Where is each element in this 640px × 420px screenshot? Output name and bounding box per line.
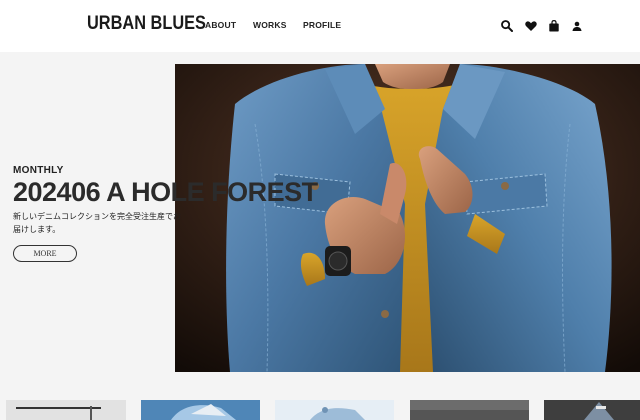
search-icon[interactable] bbox=[500, 19, 514, 33]
nav-about[interactable]: ABOUT bbox=[205, 20, 236, 30]
site-header: URBAN BLUES ABOUT WORKS PROFILE bbox=[0, 0, 640, 52]
hero-image[interactable] bbox=[175, 64, 640, 372]
thumbnail-3[interactable] bbox=[275, 400, 394, 420]
heart-icon[interactable] bbox=[524, 19, 538, 33]
hero-eyebrow: MONTHLY bbox=[13, 165, 64, 176]
thumbnail-4[interactable] bbox=[410, 400, 529, 420]
header-icons bbox=[500, 19, 584, 33]
user-icon[interactable] bbox=[570, 19, 584, 33]
thumbnail-5[interactable] bbox=[544, 400, 640, 420]
nav-profile[interactable]: PROFILE bbox=[303, 20, 341, 30]
hero-title: 202406 A HOLE FOREST bbox=[13, 177, 318, 207]
site-logo[interactable]: URBAN BLUES bbox=[87, 13, 206, 35]
thumbnail-2[interactable] bbox=[141, 400, 260, 420]
hero-description: 新しいデニムコレクションを完全受注生産でお届けします。 bbox=[13, 212, 181, 234]
thumbnail-strip bbox=[0, 400, 640, 420]
hero-text: MONTHLY 202406 A HOLE FOREST 新しいデニムコレクショ… bbox=[13, 165, 318, 262]
nav-works[interactable]: WORKS bbox=[253, 20, 287, 30]
bag-icon[interactable] bbox=[547, 19, 561, 33]
more-button[interactable]: MORE bbox=[13, 245, 77, 262]
thumbnail-1[interactable] bbox=[6, 400, 126, 420]
